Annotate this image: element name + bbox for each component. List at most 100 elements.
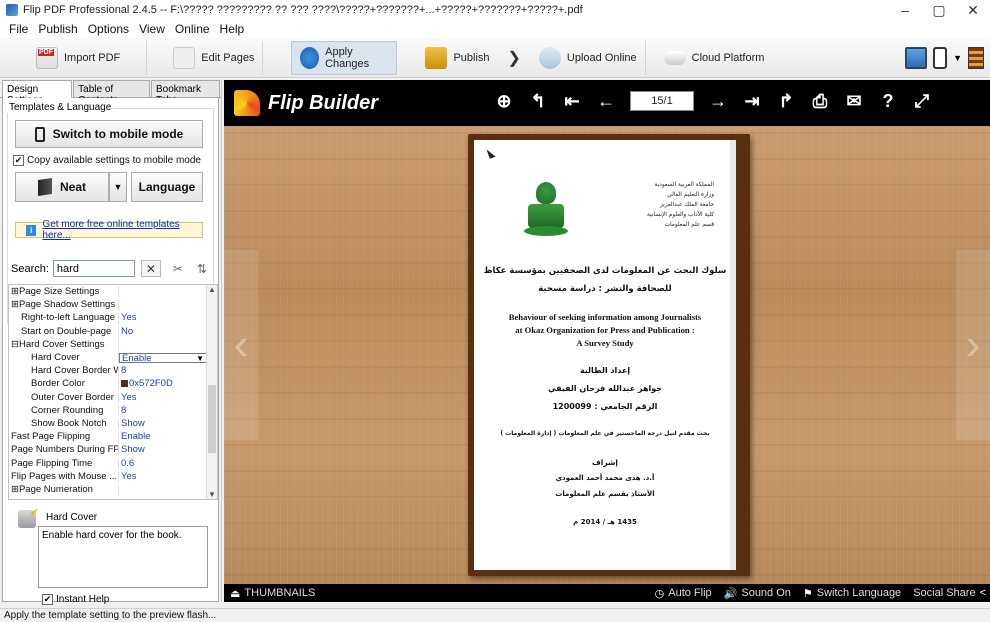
property-name: ⊟Hard Cover Settings — [9, 339, 119, 351]
property-scrollbar[interactable]: ▲ ▼ — [206, 285, 217, 499]
property-row[interactable]: ⊞Page Numeration — [9, 485, 207, 496]
flip-left-arrow[interactable]: ‹ — [224, 250, 258, 440]
search-input[interactable] — [52, 260, 135, 277]
property-value-text: Show — [121, 445, 145, 456]
property-row[interactable]: ⊞Page Shadow Settings — [9, 300, 207, 311]
fullscreen-icon[interactable]: ⤢ — [912, 90, 932, 112]
property-row[interactable]: Start on Double-page No — [9, 326, 207, 337]
property-row[interactable]: Hard Cover Enable ▼ — [9, 353, 207, 364]
collapse-icon[interactable]: ✂ — [171, 262, 185, 276]
menu-file[interactable]: File — [4, 22, 33, 36]
last-page-icon[interactable]: ⇥ — [742, 90, 762, 112]
social-share-button[interactable]: Social Share < — [913, 587, 986, 599]
upload-online-button[interactable]: Upload Online — [531, 40, 646, 75]
scroll-thumb[interactable] — [208, 385, 216, 453]
publish-button[interactable]: Publish — [417, 41, 497, 75]
template-neat-label: Neat — [59, 180, 86, 194]
property-row[interactable]: ⊟Hard Cover Settings — [9, 339, 207, 351]
minimize-button[interactable]: – — [888, 0, 922, 20]
edit-pages-button[interactable]: Edit Pages — [147, 40, 264, 75]
zoom-icon[interactable]: ⊕ — [494, 90, 514, 112]
scroll-up-icon[interactable]: ▲ — [208, 285, 216, 294]
property-value-text: No — [121, 326, 134, 337]
page-indicator[interactable]: 15/1 — [630, 91, 694, 111]
mail-icon[interactable]: ✉ — [844, 90, 864, 112]
chevron-down-icon[interactable]: ▼ — [196, 354, 204, 362]
menu-help[interactable]: Help — [215, 22, 250, 36]
property-value: Show — [119, 419, 207, 429]
hard-cover-dropdown[interactable]: Enable ▼ — [119, 353, 207, 364]
property-row[interactable]: ⊞Page Size Settings — [9, 287, 207, 298]
help-area: Hard Cover Enable hard cover for the boo… — [8, 506, 218, 605]
maximize-button[interactable]: ▢ — [922, 0, 956, 20]
color-swatch[interactable] — [121, 380, 128, 388]
menu-view[interactable]: View — [134, 22, 170, 36]
property-value: Show — [119, 445, 207, 455]
share-icon[interactable]: ↱ — [776, 90, 796, 112]
switch-language-label: Switch Language — [816, 587, 902, 599]
property-row[interactable]: Fast Page Flipping Enable — [9, 432, 207, 443]
tab-design-settings[interactable]: Design Settings — [2, 80, 73, 106]
thumbnails-label: THUMBNAILS — [244, 587, 316, 599]
property-value: 0x572F0D — [119, 379, 207, 389]
property-value — [119, 485, 207, 495]
menu-online[interactable]: Online — [170, 22, 215, 36]
copy-settings-row: ✔ Copy available settings to mobile mode — [13, 155, 201, 166]
close-button[interactable]: ✕ — [956, 0, 990, 20]
search-label: Search: — [11, 262, 49, 275]
switch-mobile-button[interactable]: Switch to mobile mode — [15, 120, 203, 148]
apply-changes-button[interactable]: Apply Changes — [291, 40, 398, 75]
mobile-view-icon[interactable] — [933, 47, 948, 69]
cloud-platform-button[interactable]: Cloud Platform — [646, 41, 773, 75]
tab-table-of-contents[interactable]: Table of Contents — [73, 80, 150, 106]
clear-search-button[interactable]: ✕ — [140, 260, 161, 277]
sound-label: Sound On — [741, 587, 791, 599]
property-row[interactable]: Border Color 0x572F0D — [9, 379, 207, 390]
language-button[interactable]: Language — [131, 172, 203, 202]
property-row[interactable]: Flip Pages with Mouse ... Yes — [9, 471, 207, 483]
property-row[interactable]: Corner Rounding 8 — [9, 405, 207, 417]
template-dropdown-button[interactable]: ▼ — [109, 172, 127, 202]
refresh-icon — [300, 46, 320, 69]
filmstrip-icon[interactable] — [968, 47, 984, 69]
more-templates-link[interactable]: Get more free online templates here... — [42, 219, 202, 241]
switch-language-button[interactable]: ⚑ Switch Language — [803, 587, 901, 600]
back-icon[interactable]: ↰ — [528, 90, 548, 112]
sound-button[interactable]: 🔊 Sound On — [724, 587, 791, 600]
flip-right-arrow[interactable]: › — [956, 250, 990, 440]
flag-icon: ⚑ — [802, 587, 813, 600]
tab-bookmark-tabs[interactable]: Bookmark Tabs — [150, 80, 220, 106]
property-row[interactable]: Hard Cover Border Wi...8 — [9, 366, 207, 377]
desktop-view-icon[interactable] — [905, 47, 928, 69]
property-row[interactable]: Outer Cover Border Yes — [9, 392, 207, 403]
property-name: ⊞Page Size Settings — [9, 287, 119, 298]
property-row[interactable]: Right-to-left Language Yes — [9, 313, 207, 324]
next-page-icon[interactable]: → — [708, 90, 728, 112]
print-icon[interactable]: ⎙ — [810, 90, 830, 112]
help-icon[interactable]: ? — [878, 90, 898, 112]
auto-flip-button[interactable]: ◷ Auto Flip — [655, 587, 712, 600]
menu-publish[interactable]: Publish — [33, 22, 82, 36]
device-switcher: ▼ — [905, 42, 984, 74]
device-dropdown-icon[interactable]: ▼ — [953, 53, 962, 63]
previous-page-icon[interactable]: ← — [596, 90, 616, 112]
property-row[interactable]: Page Numbers During FPF Show — [9, 445, 207, 456]
import-pdf-button[interactable]: Import PDF — [0, 40, 148, 75]
menu-options[interactable]: Options — [83, 22, 134, 36]
expand-icon[interactable]: ⇅ — [195, 262, 209, 276]
copy-settings-checkbox[interactable]: ✔ — [13, 155, 24, 166]
template-neat-button[interactable]: Neat — [15, 172, 109, 202]
first-page-icon[interactable]: ⇤ — [562, 90, 582, 112]
property-row[interactable]: Page Flipping Time 0.6 — [9, 458, 207, 469]
edit-pages-icon — [173, 46, 196, 69]
student-id: الرقم الجامعي : 1200099 — [552, 402, 658, 411]
thumbnails-icon: ⏏ — [230, 587, 241, 600]
menu-bar: File Publish Options View Online Help — [0, 20, 990, 38]
flipbook-preview: Flip Builder ⊕ ↰ ⇤ ← 15/1 → ⇥ ↱ ⎙ ✉ ? ⤢ … — [224, 80, 990, 602]
footer-controls: ◷ Auto Flip 🔊 Sound On ⚑ Switch Language… — [655, 584, 986, 602]
property-row[interactable]: Show Book Notch Show — [9, 419, 207, 430]
hard-cover-book[interactable]: المملكة العربية السعودية وزارة التعليم ا… — [468, 134, 750, 576]
thumbnails-button[interactable]: ⏏ THUMBNAILS — [230, 587, 315, 600]
scroll-down-icon[interactable]: ▼ — [208, 490, 216, 499]
instant-help-checkbox[interactable]: ✔ — [42, 594, 53, 605]
